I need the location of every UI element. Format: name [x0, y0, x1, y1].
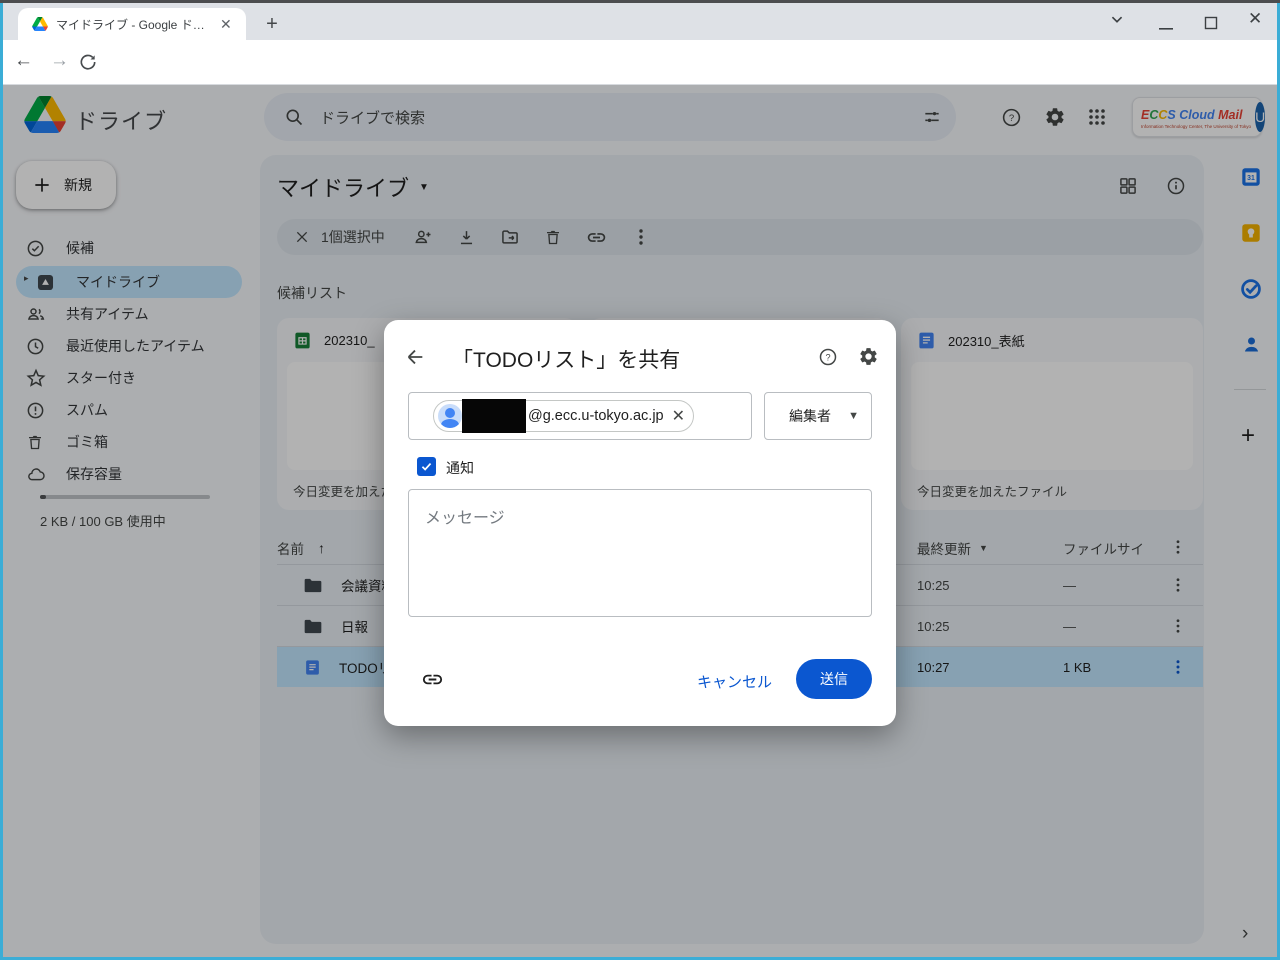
recipient-avatar-icon: [438, 404, 462, 428]
forward-button[interactable]: →: [50, 50, 69, 72]
dialog-settings-icon[interactable]: [858, 346, 879, 367]
window-minimize-button[interactable]: [1157, 17, 1175, 41]
browser-tab[interactable]: マイドライブ - Google ドライブ ✕: [18, 8, 246, 40]
chip-remove-icon[interactable]: ✕: [672, 406, 685, 426]
capture-border-left: [0, 3, 3, 960]
role-dropdown-icon: ▼: [848, 410, 859, 422]
browser-toolbar: ← → drive.google.com/drive/my-drive U: [0, 40, 1280, 85]
copy-link-icon[interactable]: [421, 668, 444, 691]
cancel-button[interactable]: キャンセル: [697, 671, 772, 692]
window-maximize-button[interactable]: [1203, 11, 1219, 35]
recipient-input[interactable]: @g.ecc.u-tokyo.ac.jp ✕: [408, 392, 752, 440]
recipient-chip[interactable]: @g.ecc.u-tokyo.ac.jp ✕: [433, 400, 694, 432]
role-label: 編集者: [789, 406, 831, 426]
svg-text:?: ?: [825, 352, 830, 362]
reload-button[interactable]: [78, 52, 98, 72]
back-button[interactable]: ←: [14, 50, 33, 72]
drive-favicon: [32, 17, 48, 31]
dialog-back-icon[interactable]: [404, 346, 426, 368]
role-selector[interactable]: 編集者 ▼: [764, 392, 872, 440]
tab-close-icon[interactable]: ✕: [220, 16, 232, 33]
notify-checkbox[interactable]: [417, 457, 436, 476]
notify-label: 通知: [446, 458, 474, 478]
window-close-button[interactable]: ✕: [1248, 9, 1262, 33]
share-dialog: 「TODOリスト」を共有 ? @g.ecc.u-tokyo.ac.jp ✕ 編集…: [384, 320, 896, 726]
tab-search-icon[interactable]: [1106, 7, 1128, 31]
dialog-help-icon[interactable]: ?: [818, 347, 838, 367]
dialog-title: 「TODOリスト」を共有: [452, 344, 680, 374]
new-tab-button[interactable]: +: [258, 11, 286, 39]
redacted-name: [462, 399, 526, 433]
recipient-email-domain: @g.ecc.u-tokyo.ac.jp: [528, 408, 664, 424]
tab-strip: マイドライブ - Google ドライブ ✕ + ✕: [0, 3, 1280, 40]
send-button[interactable]: 送信: [796, 659, 872, 699]
tab-title: マイドライブ - Google ドライブ: [56, 16, 214, 33]
message-textarea[interactable]: [408, 489, 872, 617]
